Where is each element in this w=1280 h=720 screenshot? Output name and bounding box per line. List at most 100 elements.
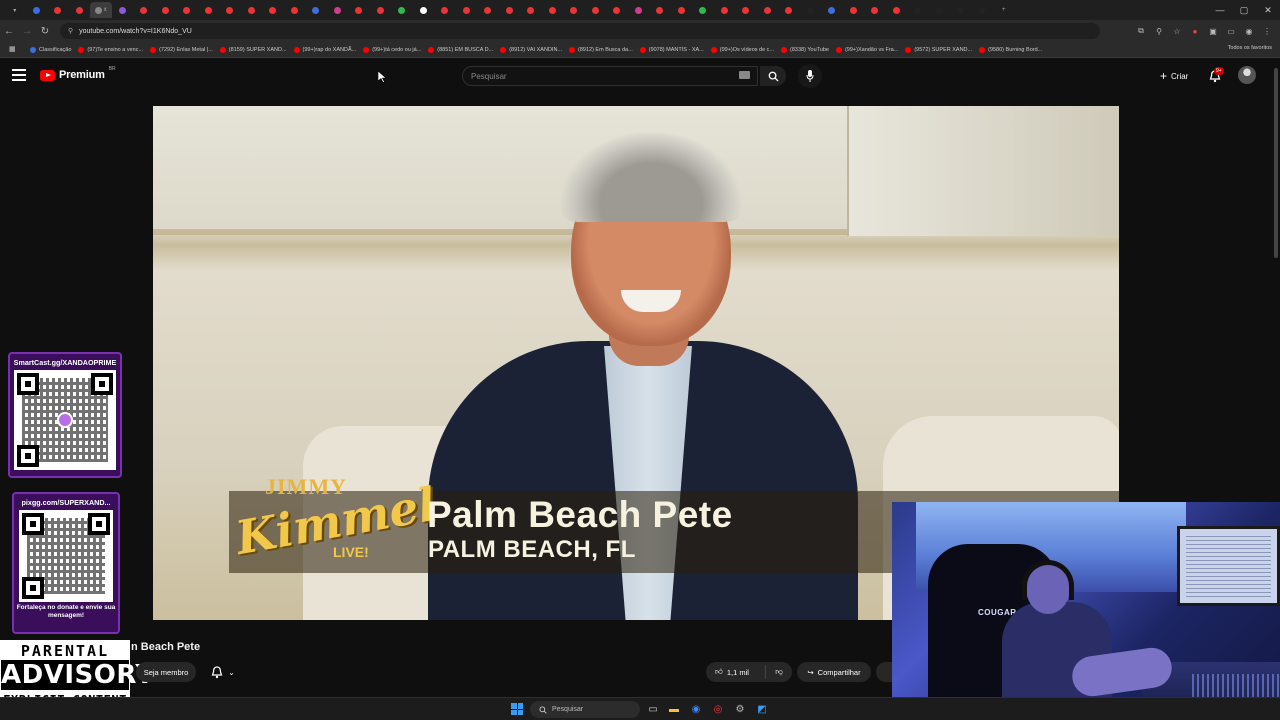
chrome-icon[interactable]: ◉	[688, 701, 704, 717]
browser-tab[interactable]	[26, 2, 48, 18]
browser-tab[interactable]	[112, 2, 134, 18]
profile-icon[interactable]: ◉	[1242, 22, 1256, 40]
bookmark-item[interactable]: (8338) YouTube	[781, 46, 829, 53]
minimize-button[interactable]: —	[1208, 0, 1232, 20]
browser-tab[interactable]	[563, 2, 585, 18]
browser-tab[interactable]	[671, 2, 693, 18]
browser-tab[interactable]	[800, 2, 822, 18]
reload-icon[interactable]: ↻	[36, 22, 54, 40]
app-icon-blue[interactable]: ◩	[754, 701, 770, 717]
browser-tab[interactable]	[219, 2, 241, 18]
browser-tab[interactable]	[778, 2, 800, 18]
file-explorer-icon[interactable]: ▬	[666, 701, 682, 717]
create-button[interactable]: + Criar	[1152, 66, 1196, 86]
back-icon[interactable]: ←	[0, 22, 18, 40]
browser-tab[interactable]	[821, 2, 843, 18]
tab-list-button[interactable]: ▾	[4, 2, 26, 18]
browser-tab-active[interactable]: x	[90, 2, 112, 18]
search-input[interactable]: Pesquisar	[462, 66, 758, 86]
browser-tab[interactable]	[499, 2, 521, 18]
site-info-icon[interactable]: ⚲	[68, 27, 73, 35]
chrome-menu-icon[interactable]: ⋮	[1260, 22, 1274, 40]
browser-tab[interactable]	[69, 2, 91, 18]
settings-gear-icon[interactable]: ⚙	[732, 701, 748, 717]
browser-tab[interactable]	[907, 2, 929, 18]
bookmark-item[interactable]: (9572) SUPER XAND...	[905, 46, 972, 53]
browser-tab[interactable]	[477, 2, 499, 18]
browser-tab[interactable]	[176, 2, 198, 18]
bookmark-item[interactable]: (99+)Os vídeos de c...	[710, 46, 774, 53]
app-icon-red[interactable]: ◎	[710, 701, 726, 717]
share-button[interactable]: ↪ Compartilhar	[797, 662, 871, 682]
browser-tab[interactable]	[305, 2, 327, 18]
cast-icon[interactable]: ⧉	[1134, 22, 1148, 40]
browser-tab[interactable]	[714, 2, 736, 18]
maximize-button[interactable]: ▢	[1232, 0, 1256, 20]
like-button[interactable]: 👍︎ 1,1 mil	[706, 665, 766, 679]
new-tab-button[interactable]: +	[993, 2, 1015, 18]
browser-tab[interactable]	[391, 2, 413, 18]
bookmark-item[interactable]: (97)Te ensino a venc...	[78, 46, 143, 53]
browser-tab[interactable]	[133, 2, 155, 18]
voice-search-button[interactable]	[798, 64, 822, 88]
subscription-bell-button[interactable]: ⌄	[204, 662, 242, 682]
bookmark-item[interactable]: (99+)Xandão vs Fra...	[835, 46, 898, 53]
browser-tab[interactable]	[692, 2, 714, 18]
dislike-button[interactable]: 👎︎	[766, 667, 792, 677]
browser-tab[interactable]	[284, 2, 306, 18]
browser-tab[interactable]	[950, 2, 972, 18]
browser-tab[interactable]	[929, 2, 951, 18]
account-avatar[interactable]	[1238, 66, 1256, 84]
youtube-premium-logo[interactable]: Premium BR	[40, 66, 116, 81]
browser-tab[interactable]	[198, 2, 220, 18]
apps-icon[interactable]: ▦	[9, 45, 16, 53]
browser-tab[interactable]	[649, 2, 671, 18]
browser-tab[interactable]	[327, 2, 349, 18]
task-view-icon[interactable]: ▭	[645, 701, 661, 717]
browser-tab[interactable]	[155, 2, 177, 18]
browser-tab[interactable]	[520, 2, 542, 18]
extension-icon[interactable]: ●	[1188, 22, 1202, 40]
join-membership-button[interactable]: Seja membro	[136, 662, 196, 682]
bookmark-star-icon[interactable]: ☆	[1170, 22, 1184, 40]
browser-tab[interactable]	[370, 2, 392, 18]
windows-start-icon[interactable]	[511, 703, 523, 715]
browser-tab[interactable]	[47, 2, 69, 18]
browser-tab[interactable]	[434, 2, 456, 18]
zoom-icon[interactable]: ⚲	[1152, 22, 1166, 40]
browser-tab[interactable]	[413, 2, 435, 18]
browser-tab[interactable]	[542, 2, 564, 18]
browser-tab[interactable]	[348, 2, 370, 18]
browser-tab[interactable]	[757, 2, 779, 18]
bookmark-item[interactable]: (99+)tá cedo ou já...	[363, 46, 421, 53]
bookmark-item[interactable]: (9078) MANTIS - XA...	[639, 46, 704, 53]
sidebar-icon[interactable]: ▭	[1224, 22, 1238, 40]
scrollbar-thumb[interactable]	[1274, 68, 1278, 258]
bookmark-item[interactable]: (8912) Em Busca da...	[569, 46, 633, 53]
keyboard-icon[interactable]	[739, 71, 750, 79]
browser-tab[interactable]	[843, 2, 865, 18]
bookmark-item[interactable]: Classificação	[30, 46, 71, 53]
bookmark-item[interactable]: (8851) EM BUSCA D...	[428, 46, 493, 53]
browser-tab[interactable]	[864, 2, 886, 18]
all-bookmarks-folder[interactable]: Todos os favoritos	[1228, 45, 1272, 51]
search-button[interactable]	[760, 66, 786, 86]
bookmark-item[interactable]: (8912) VAI XANDIN...	[500, 46, 562, 53]
hamburger-menu-icon[interactable]	[12, 69, 26, 81]
browser-tab[interactable]	[456, 2, 478, 18]
browser-tab[interactable]	[886, 2, 908, 18]
browser-tab[interactable]	[606, 2, 628, 18]
browser-tab[interactable]	[628, 2, 650, 18]
bookmark-item[interactable]: (9580) Burning Bord...	[979, 46, 1042, 53]
extensions-icon[interactable]: ▣	[1206, 22, 1220, 40]
browser-tab[interactable]	[585, 2, 607, 18]
bookmark-item[interactable]: (7292) Enlas Metal |...	[150, 46, 213, 53]
browser-tab[interactable]	[735, 2, 757, 18]
browser-tab[interactable]	[262, 2, 284, 18]
bookmark-item[interactable]: (8159) SUPER XAND...	[219, 46, 287, 53]
browser-tab[interactable]	[972, 2, 994, 18]
taskbar-search[interactable]: Pesquisar	[530, 701, 640, 718]
forward-icon[interactable]: →	[18, 22, 36, 40]
close-tab-icon[interactable]: x	[104, 7, 107, 13]
url-field[interactable]: ⚲ youtube.com/watch?v=I1K6Ndo_VU	[60, 23, 1100, 39]
